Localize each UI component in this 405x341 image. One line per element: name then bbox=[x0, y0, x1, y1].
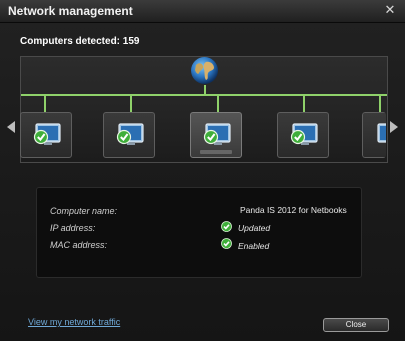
protected-computer-icon bbox=[377, 123, 386, 143]
computer-item[interactable] bbox=[277, 112, 329, 158]
network-management-window: Network management ✕ Computers detected:… bbox=[0, 0, 405, 341]
computer-item[interactable] bbox=[103, 112, 155, 158]
protection-status: Updated bbox=[238, 223, 271, 233]
computer-item[interactable] bbox=[20, 112, 72, 158]
protected-computer-icon bbox=[290, 123, 318, 145]
firewall-status: Enabled bbox=[238, 241, 270, 251]
check-icon bbox=[221, 238, 232, 249]
protected-computer-icon bbox=[33, 123, 61, 145]
product-name: Panda IS 2012 for Netbooks bbox=[240, 205, 347, 215]
scroll-right-icon[interactable] bbox=[389, 121, 399, 133]
check-icon bbox=[221, 221, 232, 232]
title-bar[interactable]: Network management ✕ bbox=[0, 0, 405, 23]
computers-detected-label: Computers detected: 159 bbox=[20, 36, 140, 47]
mac-address-label: MAC address: bbox=[50, 240, 108, 250]
protected-computer-icon bbox=[116, 123, 144, 145]
computer-details-panel: Computer name: IP address: MAC address: … bbox=[36, 187, 362, 278]
window-title: Network management bbox=[8, 4, 133, 18]
computer-item-selected[interactable] bbox=[190, 112, 242, 158]
close-icon[interactable]: ✕ bbox=[383, 3, 397, 17]
computer-item-partial[interactable] bbox=[362, 112, 386, 158]
protected-computer-icon bbox=[203, 123, 231, 145]
view-network-traffic-link[interactable]: View my network traffic bbox=[28, 317, 120, 327]
internet-globe-icon bbox=[191, 57, 218, 84]
close-button[interactable]: Close bbox=[323, 318, 389, 332]
computer-name-label: Computer name: bbox=[50, 206, 118, 216]
ip-address-label: IP address: bbox=[50, 223, 96, 233]
scroll-left-icon[interactable] bbox=[6, 121, 16, 133]
selection-bar bbox=[200, 150, 232, 154]
